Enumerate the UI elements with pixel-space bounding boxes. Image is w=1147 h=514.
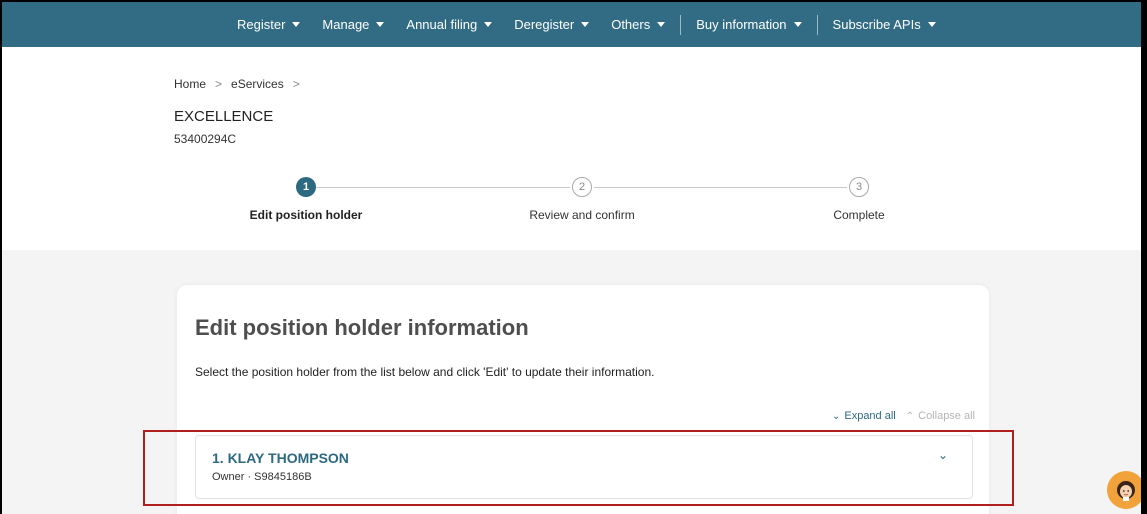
top-nav: Register Manage Annual filing Deregister… xyxy=(2,2,1141,47)
nav-others[interactable]: Others xyxy=(600,17,676,32)
caret-down-icon xyxy=(927,22,936,27)
company-uen: 53400294C xyxy=(174,132,237,146)
nav-buy-information[interactable]: Buy information xyxy=(685,17,812,32)
nav-label: Subscribe APIs xyxy=(832,17,921,32)
caret-down-icon xyxy=(581,22,590,27)
expand-all-label: Expand all xyxy=(844,410,896,422)
caret-down-icon xyxy=(376,22,385,27)
chevron-down-icon: ⌄ xyxy=(831,410,841,422)
caret-down-icon xyxy=(484,22,493,27)
chevron-down-icon[interactable]: ⌄ xyxy=(938,448,948,462)
holder-role-id: Owner · S9845186B xyxy=(212,471,312,483)
step-connector xyxy=(594,187,847,188)
card-description: Select the position holder from the list… xyxy=(195,365,655,379)
assistant-face-icon xyxy=(1117,481,1135,501)
chevron-up-icon: ⌃ xyxy=(905,410,915,422)
expand-all-button[interactable]: ⌄ Expand all xyxy=(832,410,896,422)
caret-down-icon xyxy=(657,22,666,27)
nav-subscribe-apis[interactable]: Subscribe APIs xyxy=(822,17,947,32)
nav-deregister[interactable]: Deregister xyxy=(503,17,600,32)
nav-divider xyxy=(680,14,682,35)
holder-name: 1. KLAY THOMPSON xyxy=(212,450,349,466)
chevron-right-icon: > xyxy=(215,77,223,91)
nav-label: Deregister xyxy=(514,17,575,32)
step-2-label: Review and confirm xyxy=(529,208,635,222)
step-1-label: Edit position holder xyxy=(249,208,363,222)
card-title: Edit position holder information xyxy=(195,315,529,340)
nav-annual-filing[interactable]: Annual filing xyxy=(395,17,503,32)
nav-label: Annual filing xyxy=(406,17,478,32)
step-3-indicator: 3 xyxy=(849,177,869,197)
step-2-indicator: 2 xyxy=(572,177,592,197)
nav-label: Manage xyxy=(322,17,370,32)
step-1-indicator: 1 xyxy=(296,177,316,197)
breadcrumb-eservices[interactable]: eServices xyxy=(231,77,284,91)
nav-label: Buy information xyxy=(696,17,787,32)
breadcrumb: Home > eServices > xyxy=(174,77,309,91)
nav-label: Register xyxy=(237,17,286,32)
step-connector xyxy=(316,187,570,188)
stepper: 1 Edit position holder 2 Review and conf… xyxy=(2,174,1141,234)
collapse-all-button[interactable]: ⌃ Collapse all xyxy=(906,410,975,422)
chevron-right-icon: > xyxy=(292,77,300,91)
page-header: Home > eServices > EXCELLENCE 53400294C … xyxy=(2,47,1141,250)
collapse-all-label: Collapse all xyxy=(918,410,975,422)
caret-down-icon xyxy=(292,22,301,27)
holder-accordion-item[interactable]: 1. KLAY THOMPSON Owner · S9845186B ⌄ xyxy=(195,435,973,499)
page: Register Manage Annual filing Deregister… xyxy=(2,2,1141,514)
breadcrumb-home[interactable]: Home xyxy=(174,77,206,91)
expand-collapse-controls: ⌄ Expand all ⌃ Collapse all xyxy=(832,410,975,422)
nav-manage[interactable]: Manage xyxy=(311,17,395,32)
caret-down-icon xyxy=(793,22,802,27)
company-name: EXCELLENCE xyxy=(174,108,274,125)
position-holder-card: Edit position holder information Select … xyxy=(177,285,989,514)
assistant-avatar-icon[interactable] xyxy=(1107,471,1141,509)
nav-label: Others xyxy=(611,17,651,32)
step-3-label: Complete xyxy=(833,208,885,222)
nav-register[interactable]: Register xyxy=(226,17,311,32)
nav-divider xyxy=(816,14,818,35)
